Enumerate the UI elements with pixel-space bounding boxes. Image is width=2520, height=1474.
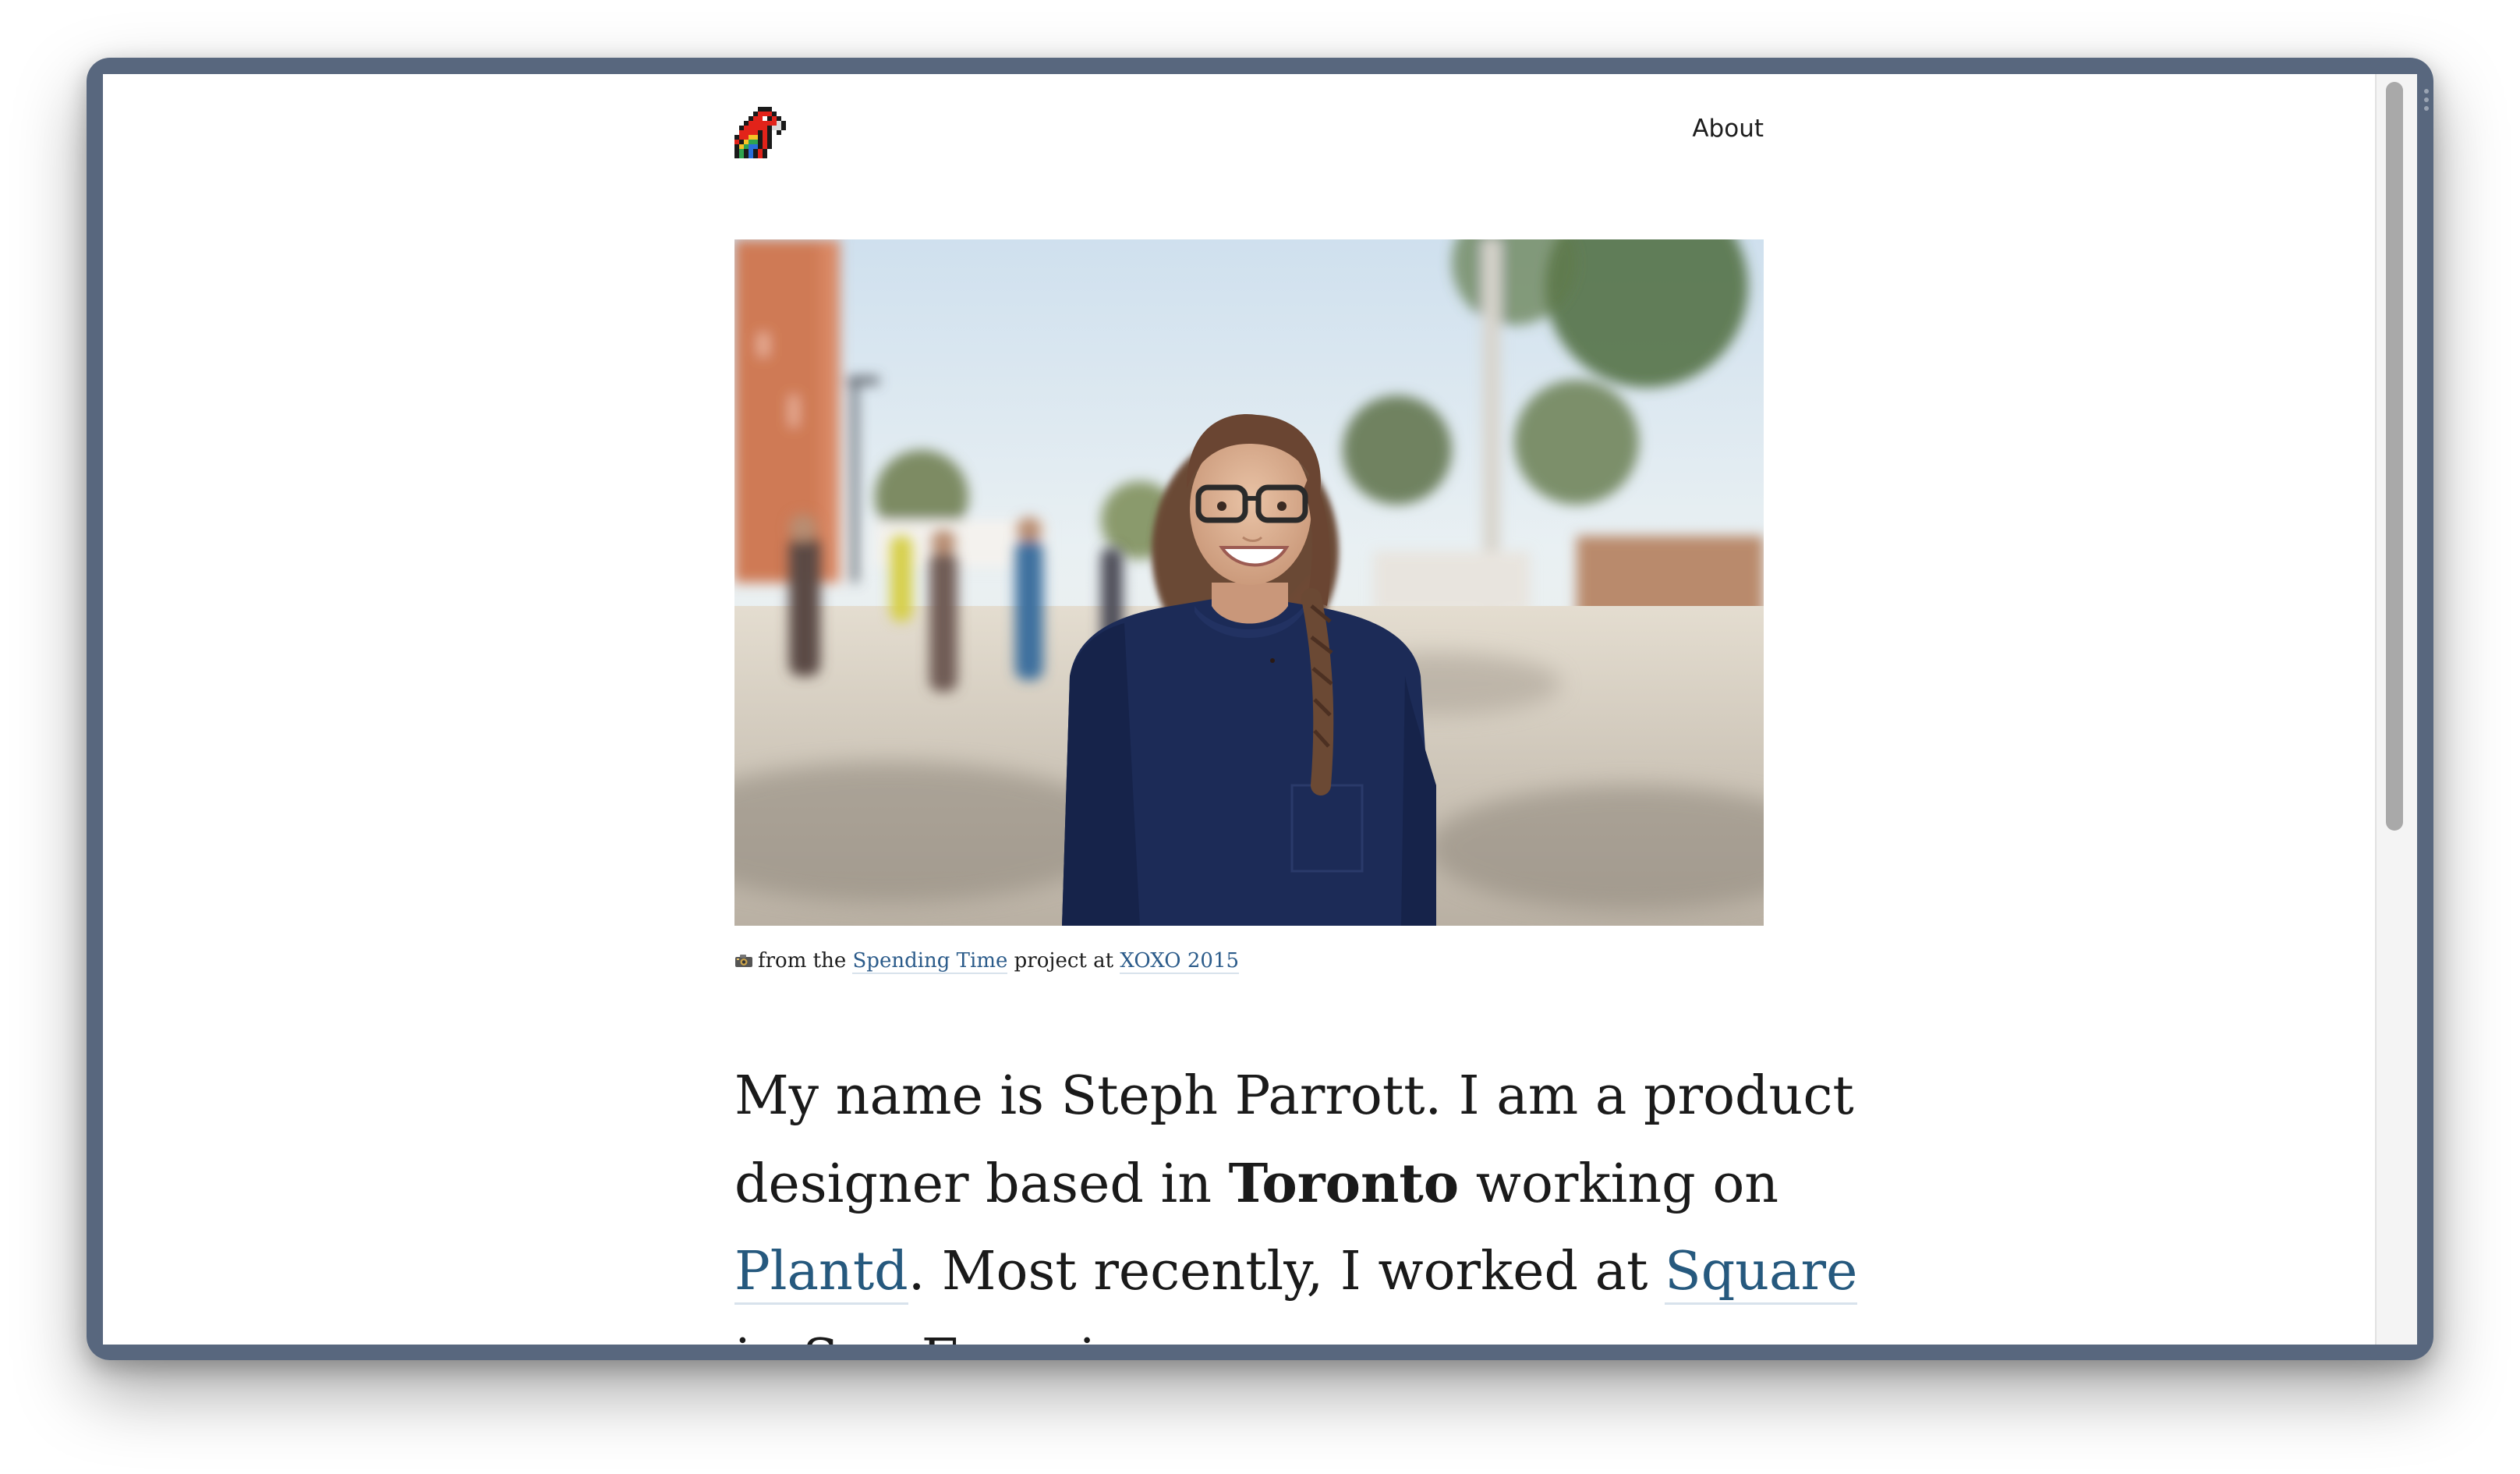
plantd-link[interactable]: Plantd [734,1241,908,1305]
page-content: About from the Spending Time project at … [734,74,1858,1345]
xoxo-2015-link[interactable]: XOXO 2015 [1120,949,1240,974]
scrollbar-thumb[interactable] [2386,82,2403,831]
intro-line-2-before: designer based in [734,1153,1229,1215]
intro-paragraph: My name is Steph Parrott. I am a product… [734,1053,1858,1345]
parrot-logo-icon[interactable] [734,107,786,158]
site-header: About [734,74,1764,168]
square-link[interactable]: Square [1665,1241,1858,1305]
nav-about-link[interactable]: About [1692,115,1764,143]
camera-icon [735,955,752,967]
page-viewport: About from the Spending Time project at … [103,74,2417,1345]
caption-text-before: from the [758,949,847,973]
photo-caption: from the Spending Time project at XOXO 2… [734,949,1240,974]
spending-time-link[interactable]: Spending Time [852,949,1008,974]
caption-text-middle: project at [1014,949,1114,973]
intro-line-2-after: working on [1459,1153,1779,1215]
intro-line-1: My name is Steph Parrott. I am a product [734,1065,1854,1127]
window-resize-handle[interactable] [2424,89,2430,112]
intro-line-3-middle: . Most recently, I worked at [908,1241,1665,1302]
hero-photo [734,239,1764,926]
browser-window: About from the Spending Time project at … [87,58,2433,1360]
city-name: Toronto [1228,1153,1460,1215]
intro-line-4: in San Francisco. [734,1328,1201,1345]
vertical-scrollbar[interactable] [2375,74,2417,1345]
portrait-photo-image [734,239,1764,926]
